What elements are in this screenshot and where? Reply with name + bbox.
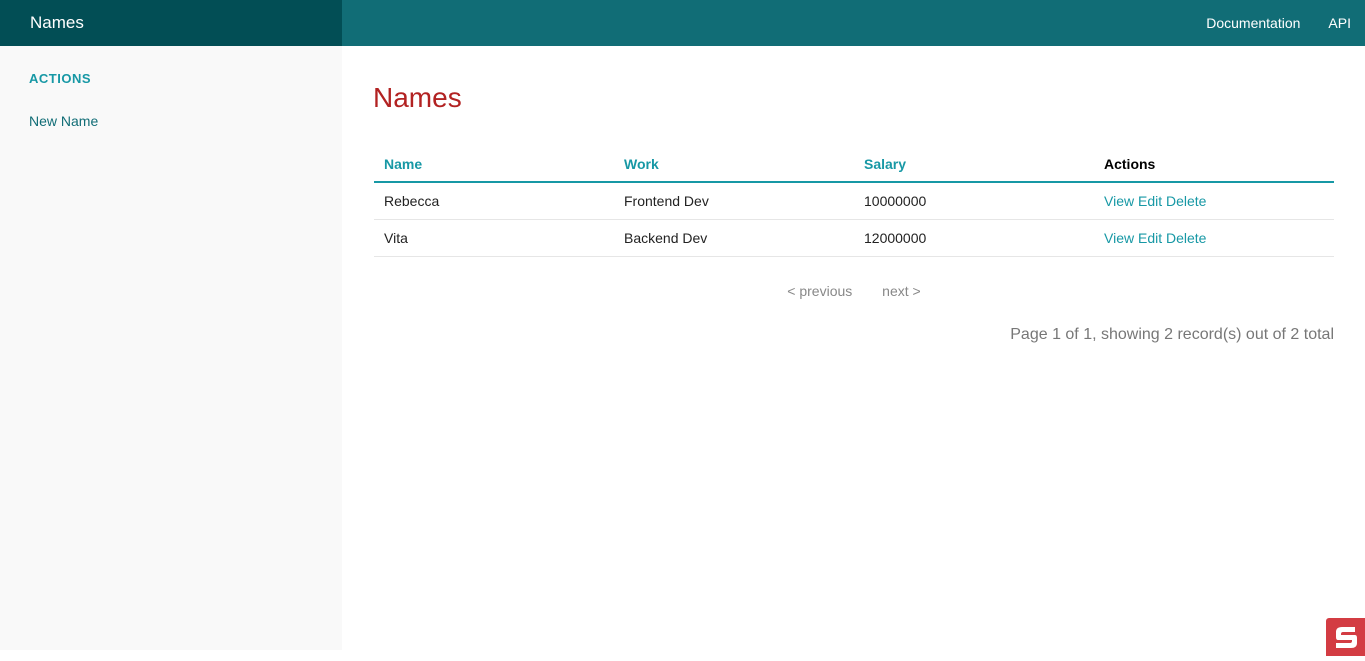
top-navbar: Names Documentation API — [0, 0, 1365, 46]
documentation-link[interactable]: Documentation — [1206, 15, 1300, 31]
table-row: Rebecca Frontend Dev 10000000 View Edit … — [374, 182, 1334, 220]
sort-salary-header[interactable]: Salary — [854, 146, 1094, 183]
debug-kit-logo-icon — [1336, 627, 1357, 648]
delete-link[interactable]: Delete — [1166, 230, 1206, 246]
debug-kit-icon[interactable] — [1326, 618, 1365, 656]
cell-salary: 10000000 — [854, 182, 1094, 220]
table-row: Vita Backend Dev 12000000 View Edit Dele… — [374, 219, 1334, 257]
cell-work: Frontend Dev — [614, 182, 854, 220]
actions-header: Actions — [1094, 146, 1334, 183]
next-page-link[interactable]: next > — [882, 283, 921, 299]
cell-salary: 12000000 — [854, 219, 1094, 257]
previous-page-link[interactable]: < previous — [787, 283, 852, 299]
sort-name-header[interactable]: Name — [374, 146, 614, 183]
api-link[interactable]: API — [1328, 15, 1351, 31]
cell-name: Vita — [374, 219, 614, 257]
cell-actions: View Edit Delete — [1094, 182, 1334, 220]
pagination: < previous next > — [374, 283, 1334, 299]
cell-work: Backend Dev — [614, 219, 854, 257]
top-nav: Documentation API — [1178, 0, 1351, 46]
pagination-counter: Page 1 of 1, showing 2 record(s) out of … — [1010, 326, 1334, 343]
sidebar-heading: ACTIONS — [29, 71, 91, 86]
new-name-link[interactable]: New Name — [29, 113, 98, 129]
table-header-row: Name Work Salary Actions — [374, 146, 1334, 183]
brand-link[interactable]: Names — [0, 0, 342, 46]
sidebar: ACTIONS New Name — [0, 46, 342, 650]
edit-link[interactable]: Edit — [1138, 193, 1162, 209]
cell-name: Rebecca — [374, 182, 614, 220]
delete-link[interactable]: Delete — [1166, 193, 1206, 209]
edit-link[interactable]: Edit — [1138, 230, 1162, 246]
view-link[interactable]: View — [1104, 230, 1134, 246]
view-link[interactable]: View — [1104, 193, 1134, 209]
page-title: Names — [373, 82, 462, 113]
cell-actions: View Edit Delete — [1094, 219, 1334, 257]
sort-work-header[interactable]: Work — [614, 146, 854, 183]
records-table: Name Work Salary Actions Rebecca Fronten… — [374, 146, 1334, 257]
